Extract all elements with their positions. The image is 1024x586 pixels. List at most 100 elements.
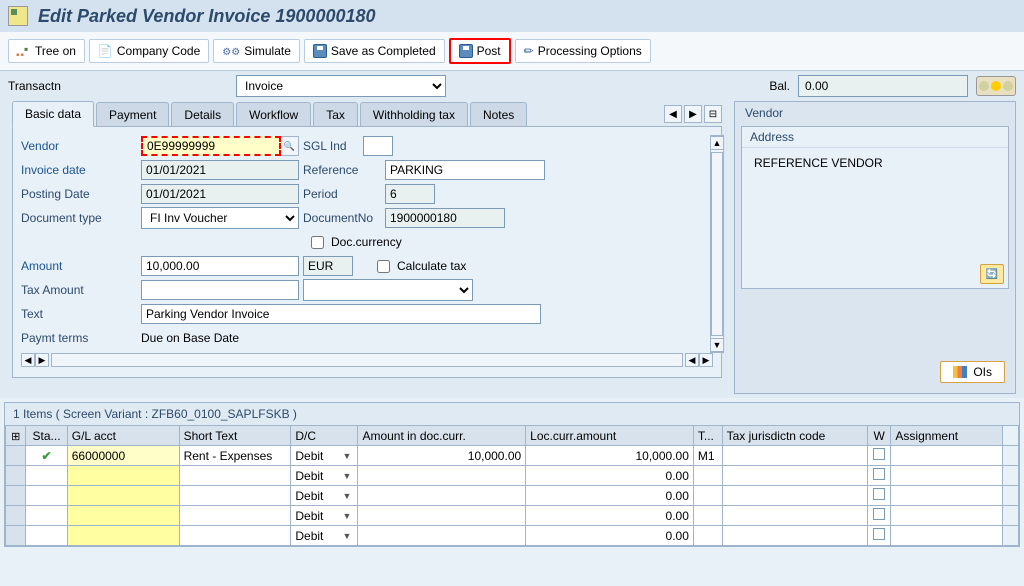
wh-checkbox[interactable] [873,508,885,520]
wh-cell[interactable] [867,446,890,466]
loc-amount-cell[interactable]: 10,000.00 [526,446,694,466]
tab-workflow[interactable]: Workflow [236,102,311,127]
calc-tax-label: Calculate tax [397,259,466,273]
col-tax-jur[interactable]: Tax jurisdictn code [722,426,867,446]
col-tax[interactable]: T... [693,426,722,446]
grid-row[interactable]: Debit▼ 0.00 [6,486,1019,506]
calc-tax-checkbox[interactable] [377,260,390,273]
gl-acct-cell[interactable]: 66000000 [67,446,179,466]
grid-row[interactable]: Debit▼ 0.00 [6,466,1019,486]
tax-cell[interactable]: M1 [693,446,722,466]
table-select-icon: ⊞ [11,431,20,443]
doc-no-input[interactable] [385,208,505,228]
dc-cell[interactable]: Debit▼ [291,526,358,546]
vendor-header: Vendor [735,102,1015,124]
doc-type-select[interactable]: FI Inv Voucher [141,207,299,229]
wh-checkbox[interactable] [873,488,885,500]
select-all-cell[interactable]: ⊞ [6,426,26,446]
tab-prev-btn[interactable]: ◀ [664,105,682,123]
simulate-button[interactable]: Simulate [213,39,300,63]
address-detail-button[interactable]: 🔄 [980,264,1004,284]
currency-input[interactable] [303,256,353,276]
tab-notes[interactable]: Notes [470,102,527,127]
processing-options-button[interactable]: Processing Options [515,39,651,63]
address-block: Address REFERENCE VENDOR 🔄 [741,126,1009,289]
gl-acct-cell[interactable] [67,526,179,546]
invoice-date-label[interactable]: Invoice date [21,163,141,177]
wh-checkbox[interactable] [873,448,885,460]
col-wh[interactable]: W [867,426,890,446]
amount-input[interactable] [141,256,299,276]
scroll-down-btn[interactable]: ▼ [711,338,723,352]
tax-code-select[interactable] [303,279,473,301]
tab-basic-data[interactable]: Basic data [12,101,94,127]
text-input[interactable] [141,304,541,324]
col-status[interactable]: Sta... [26,426,67,446]
vendor-input[interactable] [141,136,281,156]
reference-input[interactable] [385,160,545,180]
col-assignment[interactable]: Assignment [891,426,1003,446]
items-section: 1 Items ( Screen Variant : ZFB60_0100_SA… [4,402,1020,547]
grid-row[interactable]: 66000000 Rent - Expenses Debit▼ 10,000.0… [6,446,1019,466]
save-completed-button[interactable]: Save as Completed [304,39,445,63]
row-selector[interactable] [6,506,26,526]
row-selector[interactable] [6,466,26,486]
post-button[interactable]: Post [449,38,511,64]
tax-jur-cell[interactable] [722,446,867,466]
row-selector[interactable] [6,446,26,466]
tab-tax[interactable]: Tax [313,102,358,127]
dc-cell[interactable]: Debit▼ [291,506,358,526]
company-code-button[interactable]: Company Code [89,39,209,63]
wh-checkbox[interactable] [873,528,885,540]
scroll-left-btn[interactable]: ◀ [21,353,35,367]
vendor-label[interactable]: Vendor [21,139,141,153]
invoice-date-input[interactable] [141,160,299,180]
col-amount-doc[interactable]: Amount in doc.curr. [358,426,526,446]
transaction-select[interactable]: Invoice [236,75,446,97]
amount-cell[interactable]: 10,000.00 [358,446,526,466]
vendor-search-help[interactable] [281,136,299,156]
grid-row[interactable]: Debit▼ 0.00 [6,526,1019,546]
tab-nav: ◀ ▶ ⊟ [664,105,722,123]
period-input[interactable] [385,184,435,204]
scroll-left-btn-2[interactable]: ◀ [685,353,699,367]
tab-withholding[interactable]: Withholding tax [360,102,468,127]
row-selector[interactable] [6,526,26,546]
tab-payment[interactable]: Payment [96,102,169,127]
gl-acct-cell[interactable] [67,466,179,486]
dc-cell[interactable]: Debit▼ [291,446,358,466]
col-gl-acct[interactable]: G/L acct [67,426,179,446]
gl-acct-cell[interactable] [67,486,179,506]
ois-button[interactable]: OIs [940,361,1005,383]
wh-checkbox[interactable] [873,468,885,480]
amount-label[interactable]: Amount [21,259,141,273]
posting-date-input[interactable] [141,184,299,204]
col-dc[interactable]: D/C [291,426,358,446]
transaction-label: Transactn [8,79,228,93]
col-scroll [1003,426,1019,446]
ois-icon [953,366,967,378]
sgl-ind-input[interactable] [363,136,393,156]
grid-row[interactable]: Debit▼ 0.00 [6,506,1019,526]
col-short-text[interactable]: Short Text [179,426,291,446]
short-text-cell[interactable]: Rent - Expenses [179,446,291,466]
scroll-up-btn[interactable]: ▲ [711,136,723,150]
balance-group: Bal. 0.00 [769,75,1016,97]
grid-header-row: ⊞ Sta... G/L acct Short Text D/C Amount … [6,426,1019,446]
tax-amount-input[interactable] [141,280,299,300]
col-loc-amount[interactable]: Loc.curr.amount [526,426,694,446]
doc-currency-checkbox[interactable] [311,236,324,249]
row-selector[interactable] [6,486,26,506]
content-vscroll[interactable]: ▲ ▼ [710,135,724,353]
tab-list-btn[interactable]: ⊟ [704,105,722,123]
tree-on-button[interactable]: Tree on [8,39,85,63]
pay-terms-value: Due on Base Date [141,331,239,345]
scroll-right-btn[interactable]: ▶ [35,353,49,367]
gl-acct-cell[interactable] [67,506,179,526]
dc-cell[interactable]: Debit▼ [291,466,358,486]
tab-details[interactable]: Details [171,102,234,127]
assignment-cell[interactable] [891,446,1003,466]
dc-cell[interactable]: Debit▼ [291,486,358,506]
scroll-right-btn-2[interactable]: ▶ [699,353,713,367]
tab-next-btn[interactable]: ▶ [684,105,702,123]
